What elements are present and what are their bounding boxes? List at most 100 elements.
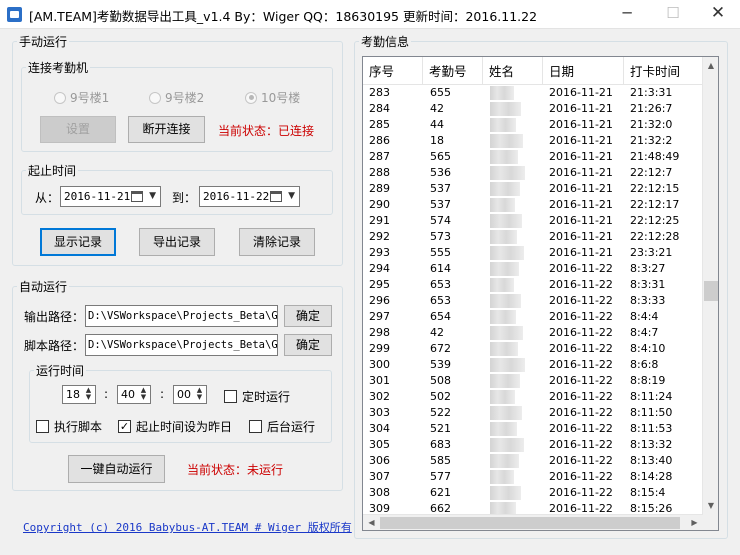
- record-id: 655: [430, 86, 451, 99]
- redaction-blur: [490, 390, 515, 404]
- record-seq: 303: [369, 406, 390, 419]
- output-path-label: 输出路径：: [24, 310, 85, 324]
- radio-building-9-2[interactable]: 9号楼2: [149, 89, 204, 106]
- list-item[interactable]: 309 662 2016-11-22 8:15:26: [363, 501, 703, 514]
- radio-building-9-1-label: 9号楼1: [70, 91, 110, 105]
- exec-script-checkbox[interactable]: 执行脚本: [36, 418, 102, 435]
- list-item[interactable]: 299 672 2016-11-22 8:4:10: [363, 341, 703, 357]
- record-seq: 309: [369, 502, 390, 514]
- disconnect-button[interactable]: 断开连接: [128, 116, 205, 143]
- column-header-punch-time[interactable]: 打卡时间: [624, 57, 703, 85]
- redaction-blur: [490, 486, 521, 500]
- start-yesterday-checkbox[interactable]: ✓ 起止时间设为昨日: [118, 418, 232, 435]
- list-item[interactable]: 297 654 2016-11-22 8:4:4: [363, 309, 703, 325]
- list-item[interactable]: 308 621 2016-11-22 8:15:4: [363, 485, 703, 501]
- scroll-up-arrow-icon[interactable]: ▲: [703, 57, 718, 74]
- list-item[interactable]: 305 683 2016-11-22 8:13:32: [363, 437, 703, 453]
- output-path-confirm-button[interactable]: 确定: [284, 305, 332, 327]
- radio-building-9-1[interactable]: 9号楼1: [54, 89, 109, 106]
- scroll-right-arrow-icon[interactable]: ▶: [686, 515, 703, 530]
- redaction-blur: [490, 502, 516, 514]
- scroll-down-arrow-icon[interactable]: ▼: [703, 497, 718, 514]
- list-item[interactable]: 298 42 2016-11-22 8:4:7: [363, 325, 703, 341]
- scroll-left-arrow-icon[interactable]: ◀: [363, 515, 380, 530]
- close-button[interactable]: ✕: [695, 0, 740, 29]
- script-path-input[interactable]: D:\VSWorkspace\Projects_Beta\Ge: [85, 334, 278, 356]
- minimize-button[interactable]: ─: [604, 0, 650, 29]
- redaction-blur: [490, 438, 524, 452]
- spinner-arrows-icon[interactable]: ▲ ▼: [194, 387, 205, 402]
- list-item[interactable]: 303 522 2016-11-22 8:11:50: [363, 405, 703, 421]
- window-title: [AM.TEAM]考勤数据导出工具_v1.4 By：Wiger QQ：18630…: [29, 9, 538, 24]
- list-item[interactable]: 287 565 2016-11-21 21:48:49: [363, 149, 703, 165]
- radio-building-10[interactable]: 10号楼: [245, 89, 300, 106]
- output-path-input[interactable]: D:\VSWorkspace\Projects_Beta\Ge: [85, 305, 278, 327]
- list-item[interactable]: 304 521 2016-11-22 8:11:53: [363, 421, 703, 437]
- column-header-name[interactable]: 姓名: [483, 57, 543, 85]
- horizontal-scroll-thumb[interactable]: [380, 517, 680, 529]
- list-item[interactable]: 301 508 2016-11-22 8:8:19: [363, 373, 703, 389]
- record-date: 2016-11-21: [549, 214, 613, 227]
- list-item[interactable]: 296 653 2016-11-22 8:3:33: [363, 293, 703, 309]
- hour-spinner[interactable]: 18 ▲ ▼: [62, 385, 96, 404]
- vertical-scrollbar[interactable]: ▲ ▼: [702, 57, 718, 514]
- attendance-list[interactable]: 序号 考勤号 姓名 日期 打卡时间 283 655 2016-11-21 21:3:3…: [362, 56, 719, 531]
- export-records-button[interactable]: 导出记录: [139, 228, 215, 256]
- attendance-info-title: 考勤信息: [361, 35, 410, 49]
- vertical-scroll-thumb[interactable]: [704, 281, 718, 301]
- list-item[interactable]: 307 577 2016-11-22 8:14:28: [363, 469, 703, 485]
- record-seq: 283: [369, 86, 390, 99]
- record-punch-time: 23:3:21: [630, 246, 673, 259]
- script-path-confirm-button[interactable]: 确定: [284, 334, 332, 356]
- list-item[interactable]: 284 42 2016-11-21 21:26:7: [363, 101, 703, 117]
- copyright-link[interactable]: Copyright (c) 2016 Babybus-AT.TEAM # Wig…: [23, 519, 352, 535]
- horizontal-scrollbar[interactable]: ◀ ▶: [363, 514, 703, 530]
- record-date: 2016-11-21: [549, 198, 613, 211]
- exec-script-label: 执行脚本: [54, 420, 103, 434]
- record-id: 683: [430, 438, 451, 451]
- list-item[interactable]: 300 539 2016-11-22 8:6:8: [363, 357, 703, 373]
- column-header-seq[interactable]: 序号: [363, 57, 423, 85]
- list-item[interactable]: 294 614 2016-11-22 8:3:27: [363, 261, 703, 277]
- list-item[interactable]: 291 574 2016-11-21 22:12:25: [363, 213, 703, 229]
- start-yesterday-label: 起止时间设为昨日: [136, 420, 233, 434]
- list-item[interactable]: 290 537 2016-11-21 22:12:17: [363, 197, 703, 213]
- connection-status: 当前状态：已连接: [218, 124, 315, 138]
- list-item[interactable]: 283 655 2016-11-21 21:3:31: [363, 85, 703, 101]
- one-click-auto-run-button[interactable]: 一键自动运行: [68, 455, 165, 483]
- show-records-button[interactable]: 显示记录: [40, 228, 116, 256]
- redaction-blur: [490, 246, 524, 260]
- list-item[interactable]: 302 502 2016-11-22 8:11:24: [363, 389, 703, 405]
- list-item[interactable]: 306 585 2016-11-22 8:13:40: [363, 453, 703, 469]
- record-punch-time: 21:32:0: [630, 118, 673, 131]
- record-seq: 304: [369, 422, 390, 435]
- list-item[interactable]: 292 573 2016-11-21 22:12:28: [363, 229, 703, 245]
- record-date: 2016-11-22: [549, 390, 613, 403]
- column-header-date[interactable]: 日期: [543, 57, 624, 85]
- output-path-value: D:\VSWorkspace\Projects_Beta\Ge: [88, 310, 278, 322]
- background-run-checkbox[interactable]: 后台运行: [249, 418, 315, 435]
- list-item[interactable]: 295 653 2016-11-22 8:3:31: [363, 277, 703, 293]
- record-date: 2016-11-22: [549, 262, 613, 275]
- clear-records-button[interactable]: 清除记录: [239, 228, 315, 256]
- spinner-arrows-icon[interactable]: ▲ ▼: [83, 387, 94, 402]
- app-icon: [7, 7, 22, 22]
- radio-building-9-2-dot: [149, 91, 161, 104]
- list-item[interactable]: 289 537 2016-11-21 22:12:15: [363, 181, 703, 197]
- minute-spinner[interactable]: 40 ▲ ▼: [117, 385, 151, 404]
- list-item[interactable]: 285 44 2016-11-21 21:32:0: [363, 117, 703, 133]
- redaction-blur: [490, 470, 514, 484]
- from-date-picker[interactable]: 2016-11-21 ▼: [60, 186, 161, 207]
- redaction-blur: [490, 150, 518, 164]
- second-spinner[interactable]: 00 ▲ ▼: [173, 385, 207, 404]
- record-seq: 295: [369, 278, 390, 291]
- column-header-id[interactable]: 考勤号: [423, 57, 483, 85]
- timed-run-checkbox[interactable]: 定时运行: [224, 388, 290, 405]
- scroll-corner: [703, 514, 718, 530]
- spinner-arrows-icon[interactable]: ▲ ▼: [138, 387, 149, 402]
- list-item[interactable]: 286 18 2016-11-21 21:32:2: [363, 133, 703, 149]
- list-item[interactable]: 288 536 2016-11-21 22:12:7: [363, 165, 703, 181]
- to-date-picker[interactable]: 2016-11-22 ▼: [199, 186, 300, 207]
- settings-button[interactable]: 设置: [40, 116, 116, 143]
- list-item[interactable]: 293 555 2016-11-21 23:3:21: [363, 245, 703, 261]
